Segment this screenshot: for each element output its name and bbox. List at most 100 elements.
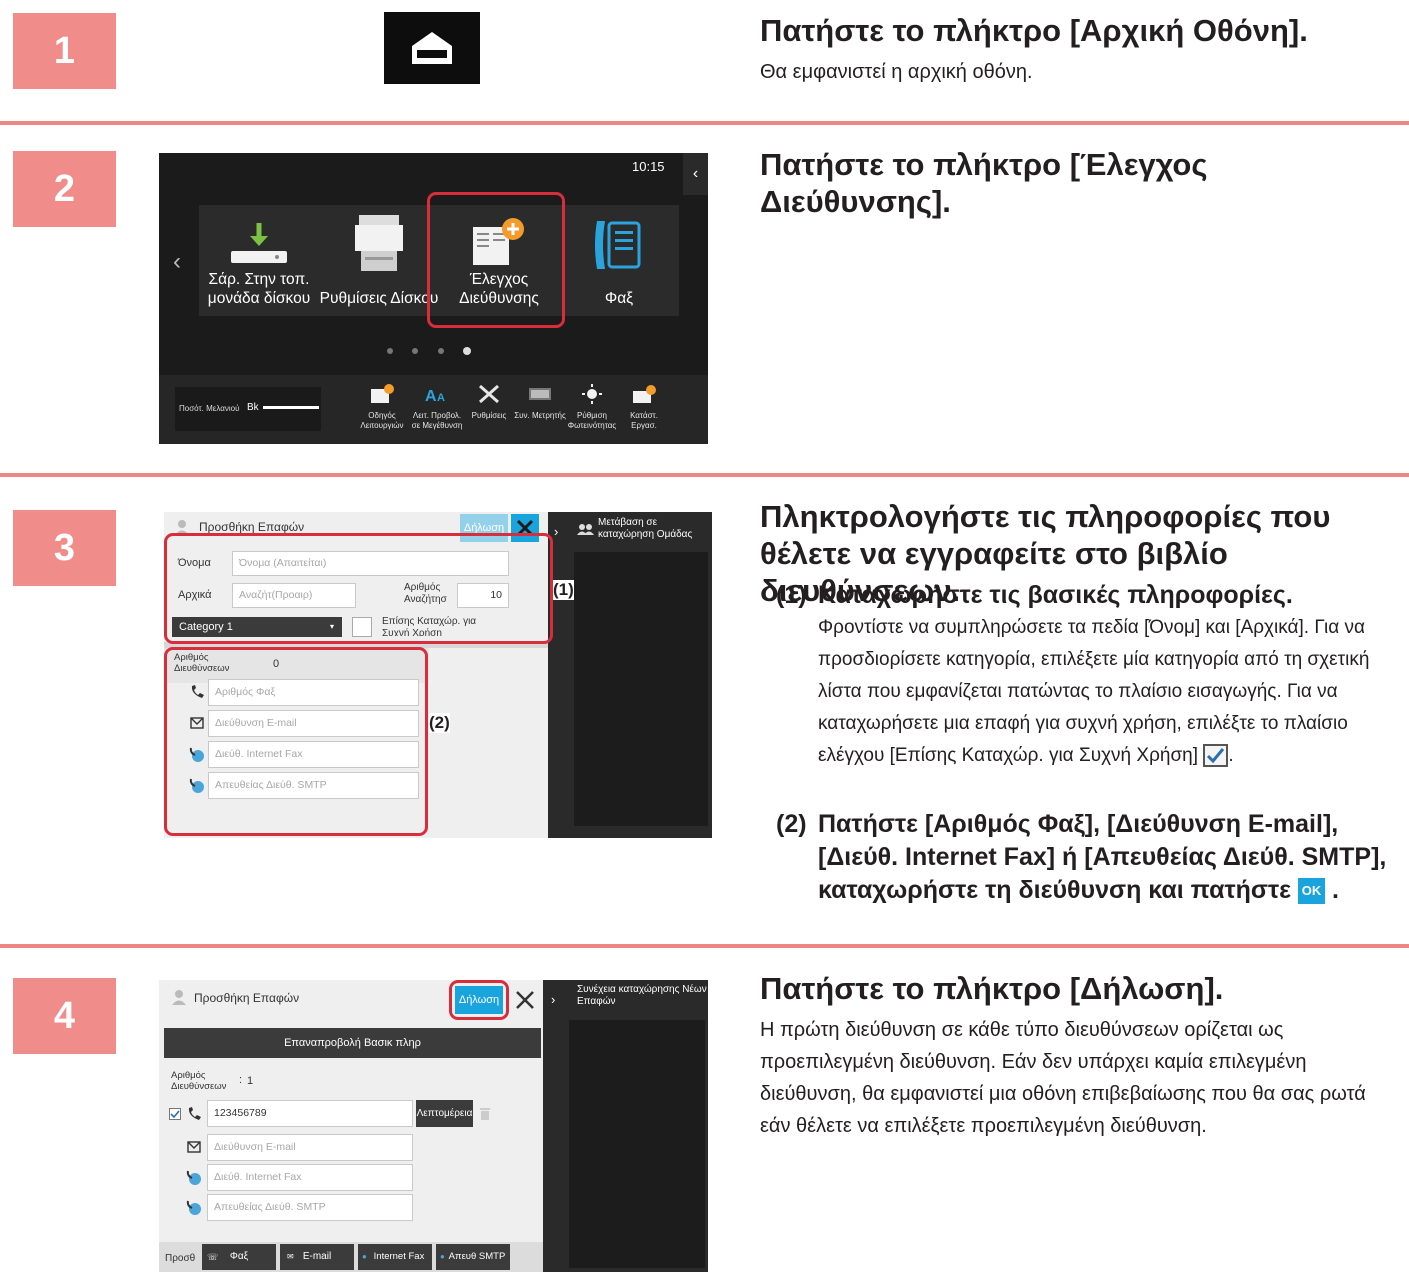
bottom-item-label: Συν. Μετρητής	[514, 411, 566, 420]
callout-frame-2	[164, 647, 428, 836]
continue-registration-link[interactable]: Συνέχεια καταχώρησης Νέων Επαφών	[577, 984, 707, 1008]
ink-color-label: Bk	[247, 402, 259, 413]
sub-step-text-end: .	[1228, 745, 1234, 766]
add-contact-panel-registered: Προσθήκη Επαφών Δήλωση › Συνέχεια καταχώ…	[159, 980, 708, 1272]
counter-icon	[529, 388, 551, 400]
group-icon	[577, 524, 594, 535]
page-dot	[412, 348, 418, 354]
sub-step-1: (1) Καταχωρήστε τις βασικές πληροφορίες.…	[776, 579, 1396, 772]
side-chevron-icon: ›	[551, 992, 556, 1007]
step-1-text: Θα εμφανιστεί η αρχική οθόνη.	[760, 61, 1033, 83]
address-count-value-prefix: :	[239, 1074, 243, 1086]
tile-fax[interactable]: Φαξ	[559, 205, 679, 316]
bottom-item-label: Ρύθμιση Φωτεινότητας	[567, 411, 617, 430]
section-divider	[0, 473, 1409, 477]
bottom-item-counter[interactable]: Συν. Μετρητής	[514, 383, 566, 421]
details-button[interactable]: Λεπτομέρεια	[416, 1100, 473, 1127]
callout-label-2: (2)	[429, 713, 450, 733]
phone-icon	[188, 1107, 201, 1120]
add-label: Προσθ	[165, 1253, 196, 1264]
home-icon	[412, 32, 452, 64]
step-1-heading: Πατήστε το πλήκτρο [Αρχική Οθόνη].	[760, 13, 1308, 48]
sub-step-number: (1)	[776, 581, 807, 609]
sub-step-heading-end: .	[1331, 876, 1339, 904]
bottom-item-zoom-view[interactable]: AA Λειτ. Προβολ. σε Μεγέθυνση	[411, 383, 463, 431]
checkbox-checked-icon	[1203, 744, 1229, 768]
system-bar: Ποσότ. Μελανιού Bk Οδηγός Λειτουργιών AA…	[159, 375, 708, 444]
step-number-badge: 2	[13, 151, 116, 227]
page-dot-active	[463, 347, 471, 355]
bottom-item-label: Ρυθμίσεις	[471, 411, 507, 420]
guide-icon	[371, 384, 394, 403]
callout-frame-1	[164, 533, 553, 644]
address-count-label: Αριθμός Διευθύνσεων	[171, 1070, 227, 1092]
side-list	[569, 1020, 705, 1268]
callout-label-1: (1)	[553, 580, 574, 600]
sub-step-text: Φροντίστε να συμπληρώσετε τα πεδία [Όνομ…	[818, 617, 1370, 766]
magnify-text-icon: AA	[425, 388, 445, 405]
download-icon	[231, 223, 287, 263]
group-registration-link[interactable]: Μετάβαση σε καταχώρηση Ομάδας	[598, 517, 710, 541]
sub-step-number: (2)	[776, 810, 807, 838]
step-number-badge: 1	[13, 13, 116, 89]
trash-icon[interactable]	[479, 1106, 491, 1121]
step-2-heading: Πατήστε το πλήκτρο [Έλεγχος Διεύθυνσης].	[760, 147, 1208, 219]
add-internet-fax-button[interactable]: ● Internet Fax	[358, 1244, 432, 1270]
side-panel-tab[interactable]: ‹	[683, 153, 708, 195]
internet-fax-icon	[186, 1170, 201, 1185]
restore-basic-info-button[interactable]: Επαναπροβολή Βασικ πληρ	[164, 1028, 541, 1058]
add-fax-button[interactable]: ☏ Φαξ	[202, 1244, 276, 1270]
home-button-illustration	[384, 12, 480, 84]
tile-scan-to-disk[interactable]: Σάρ. Στην τοπ. μονάδα δίσκου	[199, 205, 319, 316]
email-address-field[interactable]: Διεύθυνση E-mail	[207, 1134, 413, 1161]
ink-level-label: Ποσότ. Μελανιού	[179, 404, 240, 413]
svg-text:A: A	[425, 388, 437, 405]
step-number-badge: 3	[13, 510, 116, 586]
prev-page-arrow[interactable]: ‹	[173, 248, 181, 276]
page-dot	[438, 348, 444, 354]
sub-step-2: (2) Πατήστε [Αριθμός Φαξ], [Διεύθυνση E-…	[776, 808, 1396, 907]
tools-icon	[479, 384, 499, 404]
brightness-icon	[582, 384, 602, 404]
close-button[interactable]	[511, 986, 539, 1014]
ok-button-icon: OK	[1297, 878, 1325, 905]
tile-label: Ρυθμίσεις Δίσκου	[319, 290, 439, 307]
add-button-label: Φαξ	[229, 1251, 249, 1262]
bottom-item-label: Οδηγός Λειτουργιών	[360, 411, 404, 430]
fax-number-field[interactable]: 123456789	[207, 1100, 413, 1127]
email-icon	[187, 1141, 201, 1153]
tile-disk-settings[interactable]: Ρυθμίσεις Δίσκου	[319, 205, 439, 316]
tile-label: Φαξ	[604, 290, 634, 307]
home-screen-panel: 10:15 ‹ ‹ Σάρ. Στην τοπ. μονάδα δίσκου Ρ…	[159, 153, 708, 444]
clock: 10:15	[632, 159, 665, 174]
printer-icon	[355, 215, 403, 271]
bottom-item-guide[interactable]: Οδηγός Λειτουργιών	[356, 383, 408, 431]
bottom-item-brightness[interactable]: Ρύθμιση Φωτεινότητας	[566, 383, 618, 431]
internet-fax-field[interactable]: Διεύθ. Internet Fax	[207, 1164, 413, 1191]
svg-text:A: A	[437, 392, 445, 404]
internet-fax-icon: ●	[362, 1252, 367, 1261]
bottom-item-job-status[interactable]: Κατάστ. Εργασ.	[618, 383, 670, 431]
phone-icon: ☏	[207, 1252, 219, 1262]
job-status-icon	[633, 385, 656, 403]
section-divider	[0, 121, 1409, 125]
side-chevron-icon: ›	[554, 524, 559, 539]
bottom-item-label: Κατάστ. Εργασ.	[630, 411, 658, 430]
add-email-button[interactable]: ✉ E-mail	[280, 1244, 354, 1270]
step-4-text: Η πρώτη διεύθυνση σε κάθε τύπο διευθύνσε…	[760, 1019, 1366, 1137]
smtp-icon: ●	[440, 1252, 445, 1261]
smtp-address-field[interactable]: Απευθείας Διεύθ. SMTP	[207, 1194, 413, 1221]
bottom-item-settings[interactable]: Ρυθμίσεις	[463, 383, 515, 421]
tile-label: Σάρ. Στην τοπ. μονάδα δίσκου	[207, 271, 311, 307]
add-button-label: E-mail	[302, 1251, 332, 1262]
fax-icon	[595, 221, 641, 269]
highlight-frame	[427, 192, 565, 328]
bottom-item-label: Λειτ. Προβολ. σε Μεγέθυνση	[411, 411, 463, 430]
add-button-label: Internet Fax	[373, 1251, 425, 1262]
side-list	[574, 552, 708, 826]
sub-step-heading: Καταχωρήστε τις βασικές πληροφορίες.	[818, 581, 1293, 609]
page-dot	[387, 348, 393, 354]
step-4-heading: Πατήστε το πλήκτρο [Δήλωση].	[760, 971, 1224, 1006]
ink-level-bar	[263, 406, 319, 409]
add-smtp-button[interactable]: ● Απευθ SMTP	[436, 1244, 510, 1270]
